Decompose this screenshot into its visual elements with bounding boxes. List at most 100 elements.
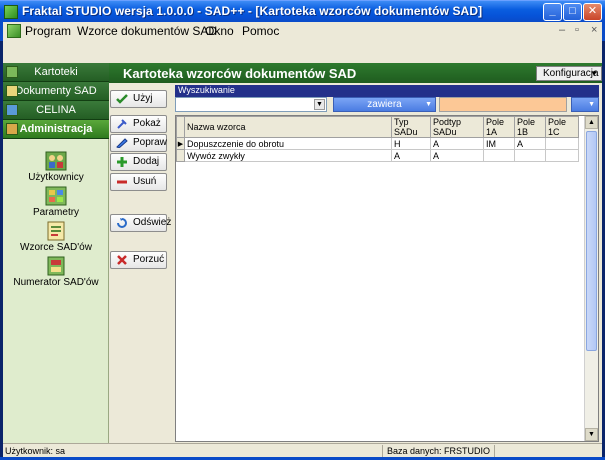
close-icon <box>117 255 127 265</box>
discard-label: Porzuć <box>133 254 165 265</box>
parameters-icon <box>45 186 67 206</box>
show-icon <box>117 119 127 129</box>
nav-tool-numerator-sadow[interactable]: Numerator SAD'ów <box>3 256 109 288</box>
add-button[interactable]: Dodaj <box>110 153 167 171</box>
nav-section-dokumenty-sad[interactable]: Dokumenty SAD <box>3 82 109 101</box>
column-header-pole1c[interactable]: Pole 1C <box>545 116 579 138</box>
checkmark-icon <box>116 94 128 104</box>
row-indicator <box>176 149 185 162</box>
cell-pole1b[interactable]: A <box>514 137 546 150</box>
scroll-thumb[interactable] <box>586 131 597 351</box>
cell-nazwa[interactable]: Wywóz zwykły <box>184 149 392 162</box>
menu-pomoc[interactable]: Pomoc <box>242 24 279 38</box>
show-button[interactable]: Pokaż <box>110 115 167 133</box>
mdi-close-button[interactable]: × <box>591 24 597 36</box>
celina-icon <box>6 104 18 116</box>
chevron-down-icon: ▼ <box>425 101 432 108</box>
status-user: Użytkownik: sa <box>3 445 383 457</box>
scroll-down-icon[interactable]: ▼ <box>585 428 598 441</box>
nav-tool-label: Użytkownicy <box>28 172 84 183</box>
chevron-down-icon: ▼ <box>588 101 595 108</box>
chevron-down-icon[interactable]: ▼ <box>314 99 325 110</box>
templates-grid[interactable]: Nazwa wzorca Typ SADu Podtyp SADu Pole 1… <box>175 115 599 442</box>
nav-section-label: CELINA <box>36 104 76 116</box>
discard-button[interactable]: Porzuć <box>110 251 167 269</box>
nav-tool-uzytkownicy[interactable]: Użytkownicy <box>3 151 109 183</box>
column-header-typ[interactable]: Typ SADu <box>391 116 431 138</box>
delete-button[interactable]: Usuń <box>110 173 167 191</box>
nav-tool-wzorce-sadow[interactable]: Wzorce SAD'ów <box>3 221 109 253</box>
search-value-input[interactable] <box>439 97 567 112</box>
status-bar: Użytkownik: sa Baza danych: FRSTUDIO <box>3 443 602 457</box>
menu-wzorce[interactable]: Wzorce dokumentów SAD <box>77 24 217 38</box>
table-header-row: Nazwa wzorca Typ SADu Podtyp SADu Pole 1… <box>176 116 579 138</box>
mdi-minimize-button[interactable]: – <box>559 24 565 36</box>
status-database: Baza danych: FRSTUDIO <box>385 445 495 457</box>
folder-icon <box>6 66 18 78</box>
document-icon[interactable] <box>7 24 21 38</box>
cell-nazwa[interactable]: Dopuszczenie do obrotu <box>184 137 392 150</box>
search-label: Wyszukiwanie <box>175 85 599 97</box>
nav-section-celina[interactable]: CELINA <box>3 101 109 120</box>
nav-section-administracja[interactable]: Administracja <box>3 120 109 139</box>
table-row[interactable]: Wywóz zwykły A A <box>176 149 579 162</box>
column-header-pole1b[interactable]: Pole 1B <box>514 116 546 138</box>
show-label: Pokaż <box>133 118 161 129</box>
search-value-dropdown[interactable]: ▼ <box>571 97 599 112</box>
templates-icon <box>47 221 65 241</box>
menu-program[interactable]: Program <box>25 24 71 38</box>
status-empty-segment <box>497 445 602 457</box>
refresh-icon <box>117 218 127 228</box>
admin-icon <box>6 123 18 135</box>
cell-pole1a[interactable] <box>483 149 515 162</box>
cell-pole1c[interactable] <box>545 137 579 150</box>
cell-podtyp[interactable]: A <box>430 137 484 150</box>
row-indicator-header <box>176 116 185 138</box>
pencil-icon <box>116 138 128 148</box>
left-nav: Kartoteki Dokumenty SAD CELINA Administr… <box>3 63 109 443</box>
cell-typ[interactable]: A <box>391 149 431 162</box>
table-row[interactable]: ▶ Dopuszczenie do obrotu H A IM A <box>176 137 579 150</box>
nav-section-kartoteki[interactable]: Kartoteki <box>3 63 109 82</box>
row-pointer-icon: ▶ <box>177 140 184 148</box>
use-button[interactable]: Użyj <box>110 90 167 108</box>
cell-pole1b[interactable] <box>514 149 546 162</box>
window-title: Fraktal STUDIO wersja 1.0.0.0 - SAD++ - … <box>22 4 483 18</box>
nav-tool-parametry[interactable]: Parametry <box>3 186 109 218</box>
title-bar: Fraktal STUDIO wersja 1.0.0.0 - SAD++ - … <box>0 0 605 22</box>
delete-label: Usuń <box>133 176 157 187</box>
numerator-icon <box>47 256 65 276</box>
search-field-combo[interactable]: ▼ <box>175 97 327 112</box>
close-button[interactable]: ✕ <box>583 3 602 21</box>
cell-typ[interactable]: H <box>391 137 431 150</box>
search-operator-combo[interactable]: zawiera ▼ <box>333 97 436 112</box>
cell-pole1c[interactable] <box>545 149 579 162</box>
configuration-button[interactable]: Konfiguracja ▼ <box>536 66 602 81</box>
cell-pole1a[interactable]: IM <box>483 137 515 150</box>
vertical-scrollbar[interactable]: ▲ ▼ <box>584 116 598 441</box>
menu-okno[interactable]: Okno <box>205 24 234 38</box>
mdi-restore-button[interactable]: ▫ <box>575 24 579 36</box>
page-title: Kartoteka wzorców dokumentów SAD <box>123 66 357 81</box>
scroll-up-icon[interactable]: ▲ <box>585 116 598 129</box>
row-indicator: ▶ <box>176 137 185 150</box>
nav-tool-label: Parametry <box>32 207 80 218</box>
maximize-button[interactable]: □ <box>563 3 582 21</box>
edit-label: Popraw <box>133 137 167 148</box>
menu-bar: Program Wzorce dokumentów SAD Okno Pomoc… <box>0 22 605 41</box>
column-header-nazwa[interactable]: Nazwa wzorca <box>184 116 392 138</box>
minus-icon <box>117 180 127 184</box>
minimize-button[interactable]: _ <box>543 3 562 21</box>
refresh-button[interactable]: Odśwież <box>110 214 171 232</box>
cell-podtyp[interactable]: A <box>430 149 484 162</box>
templates-table: Nazwa wzorca Typ SADu Podtyp SADu Pole 1… <box>176 116 579 162</box>
chevron-down-icon: ▼ <box>590 69 598 78</box>
page-header: Kartoteka wzorców dokumentów SAD Konfigu… <box>109 63 602 83</box>
column-header-podtyp[interactable]: Podtyp SADu <box>430 116 484 138</box>
add-label: Dodaj <box>133 156 160 167</box>
column-header-pole1a[interactable]: Pole 1A <box>483 116 515 138</box>
edit-button[interactable]: Popraw <box>110 134 167 152</box>
search-operator-value: zawiera <box>367 99 402 110</box>
use-label: Użyj <box>133 93 153 104</box>
nav-tool-label: Numerator SAD'ów <box>13 277 99 288</box>
